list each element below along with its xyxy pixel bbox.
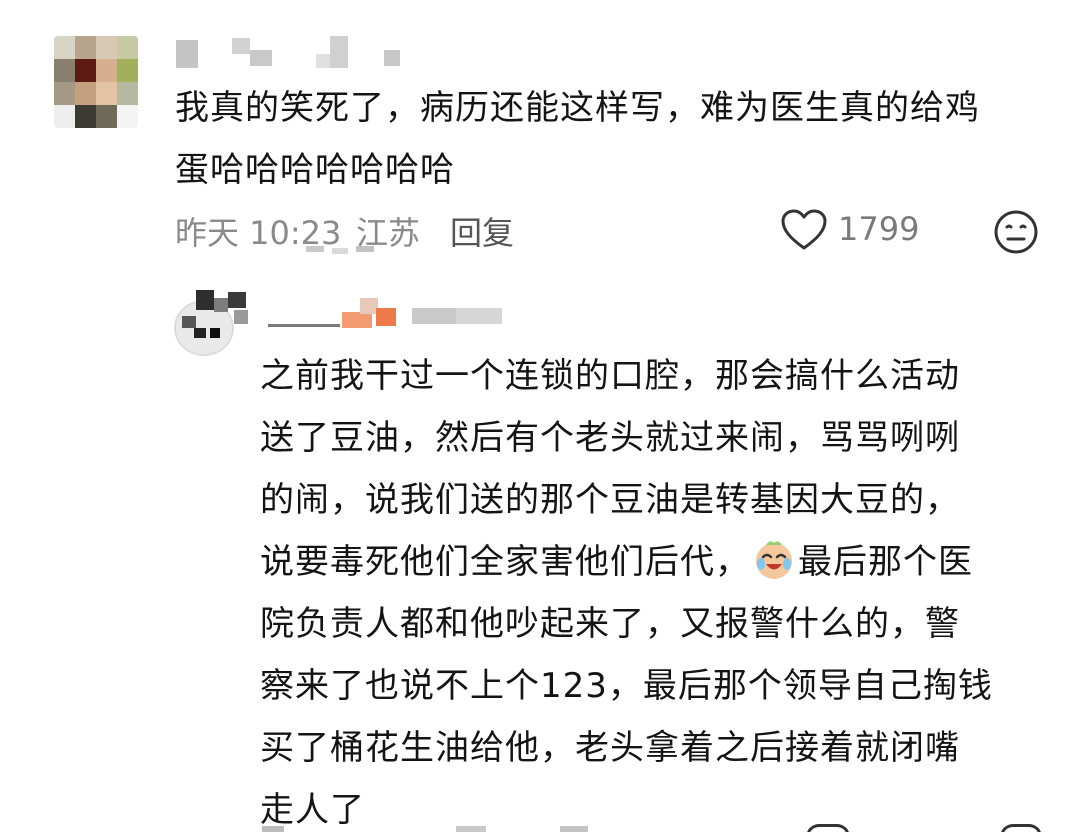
avatar[interactable]	[54, 36, 138, 128]
comment-location: 江苏	[356, 214, 421, 252]
reply-avatar[interactable]	[174, 288, 254, 356]
next-row-cutoff	[0, 822, 1080, 832]
comment-thread: 我真的笑死了，病历还能这样写，难为医生真的给鸡 蛋哈哈哈哈哈哈哈 昨天 10:2…	[0, 0, 1080, 832]
heart-outline-icon	[781, 209, 827, 250]
reply-text-part-2: 最后那个医 院负责人都和他吵起来了，又报警什么的，警 察来了也说不上个123，最…	[260, 542, 993, 830]
neutral-face-icon	[994, 210, 1038, 254]
username-mosaic[interactable]	[176, 36, 406, 70]
crying-laughing-emoji	[752, 537, 796, 581]
like-count: 1799	[838, 210, 920, 248]
like-button[interactable]	[780, 208, 828, 252]
reply-button[interactable]: 回复	[450, 208, 514, 254]
reply-text: 之前我干过一个连锁的口腔，那会搞什么活动 送了豆油，然后有个老头就过来闹，骂骂咧…	[260, 345, 1060, 832]
comment-text: 我真的笑死了，病历还能这样写，难为医生真的给鸡 蛋哈哈哈哈哈哈哈	[175, 88, 980, 190]
emoji-react-button[interactable]	[992, 208, 1040, 256]
reply-username-mosaic[interactable]	[268, 290, 508, 330]
